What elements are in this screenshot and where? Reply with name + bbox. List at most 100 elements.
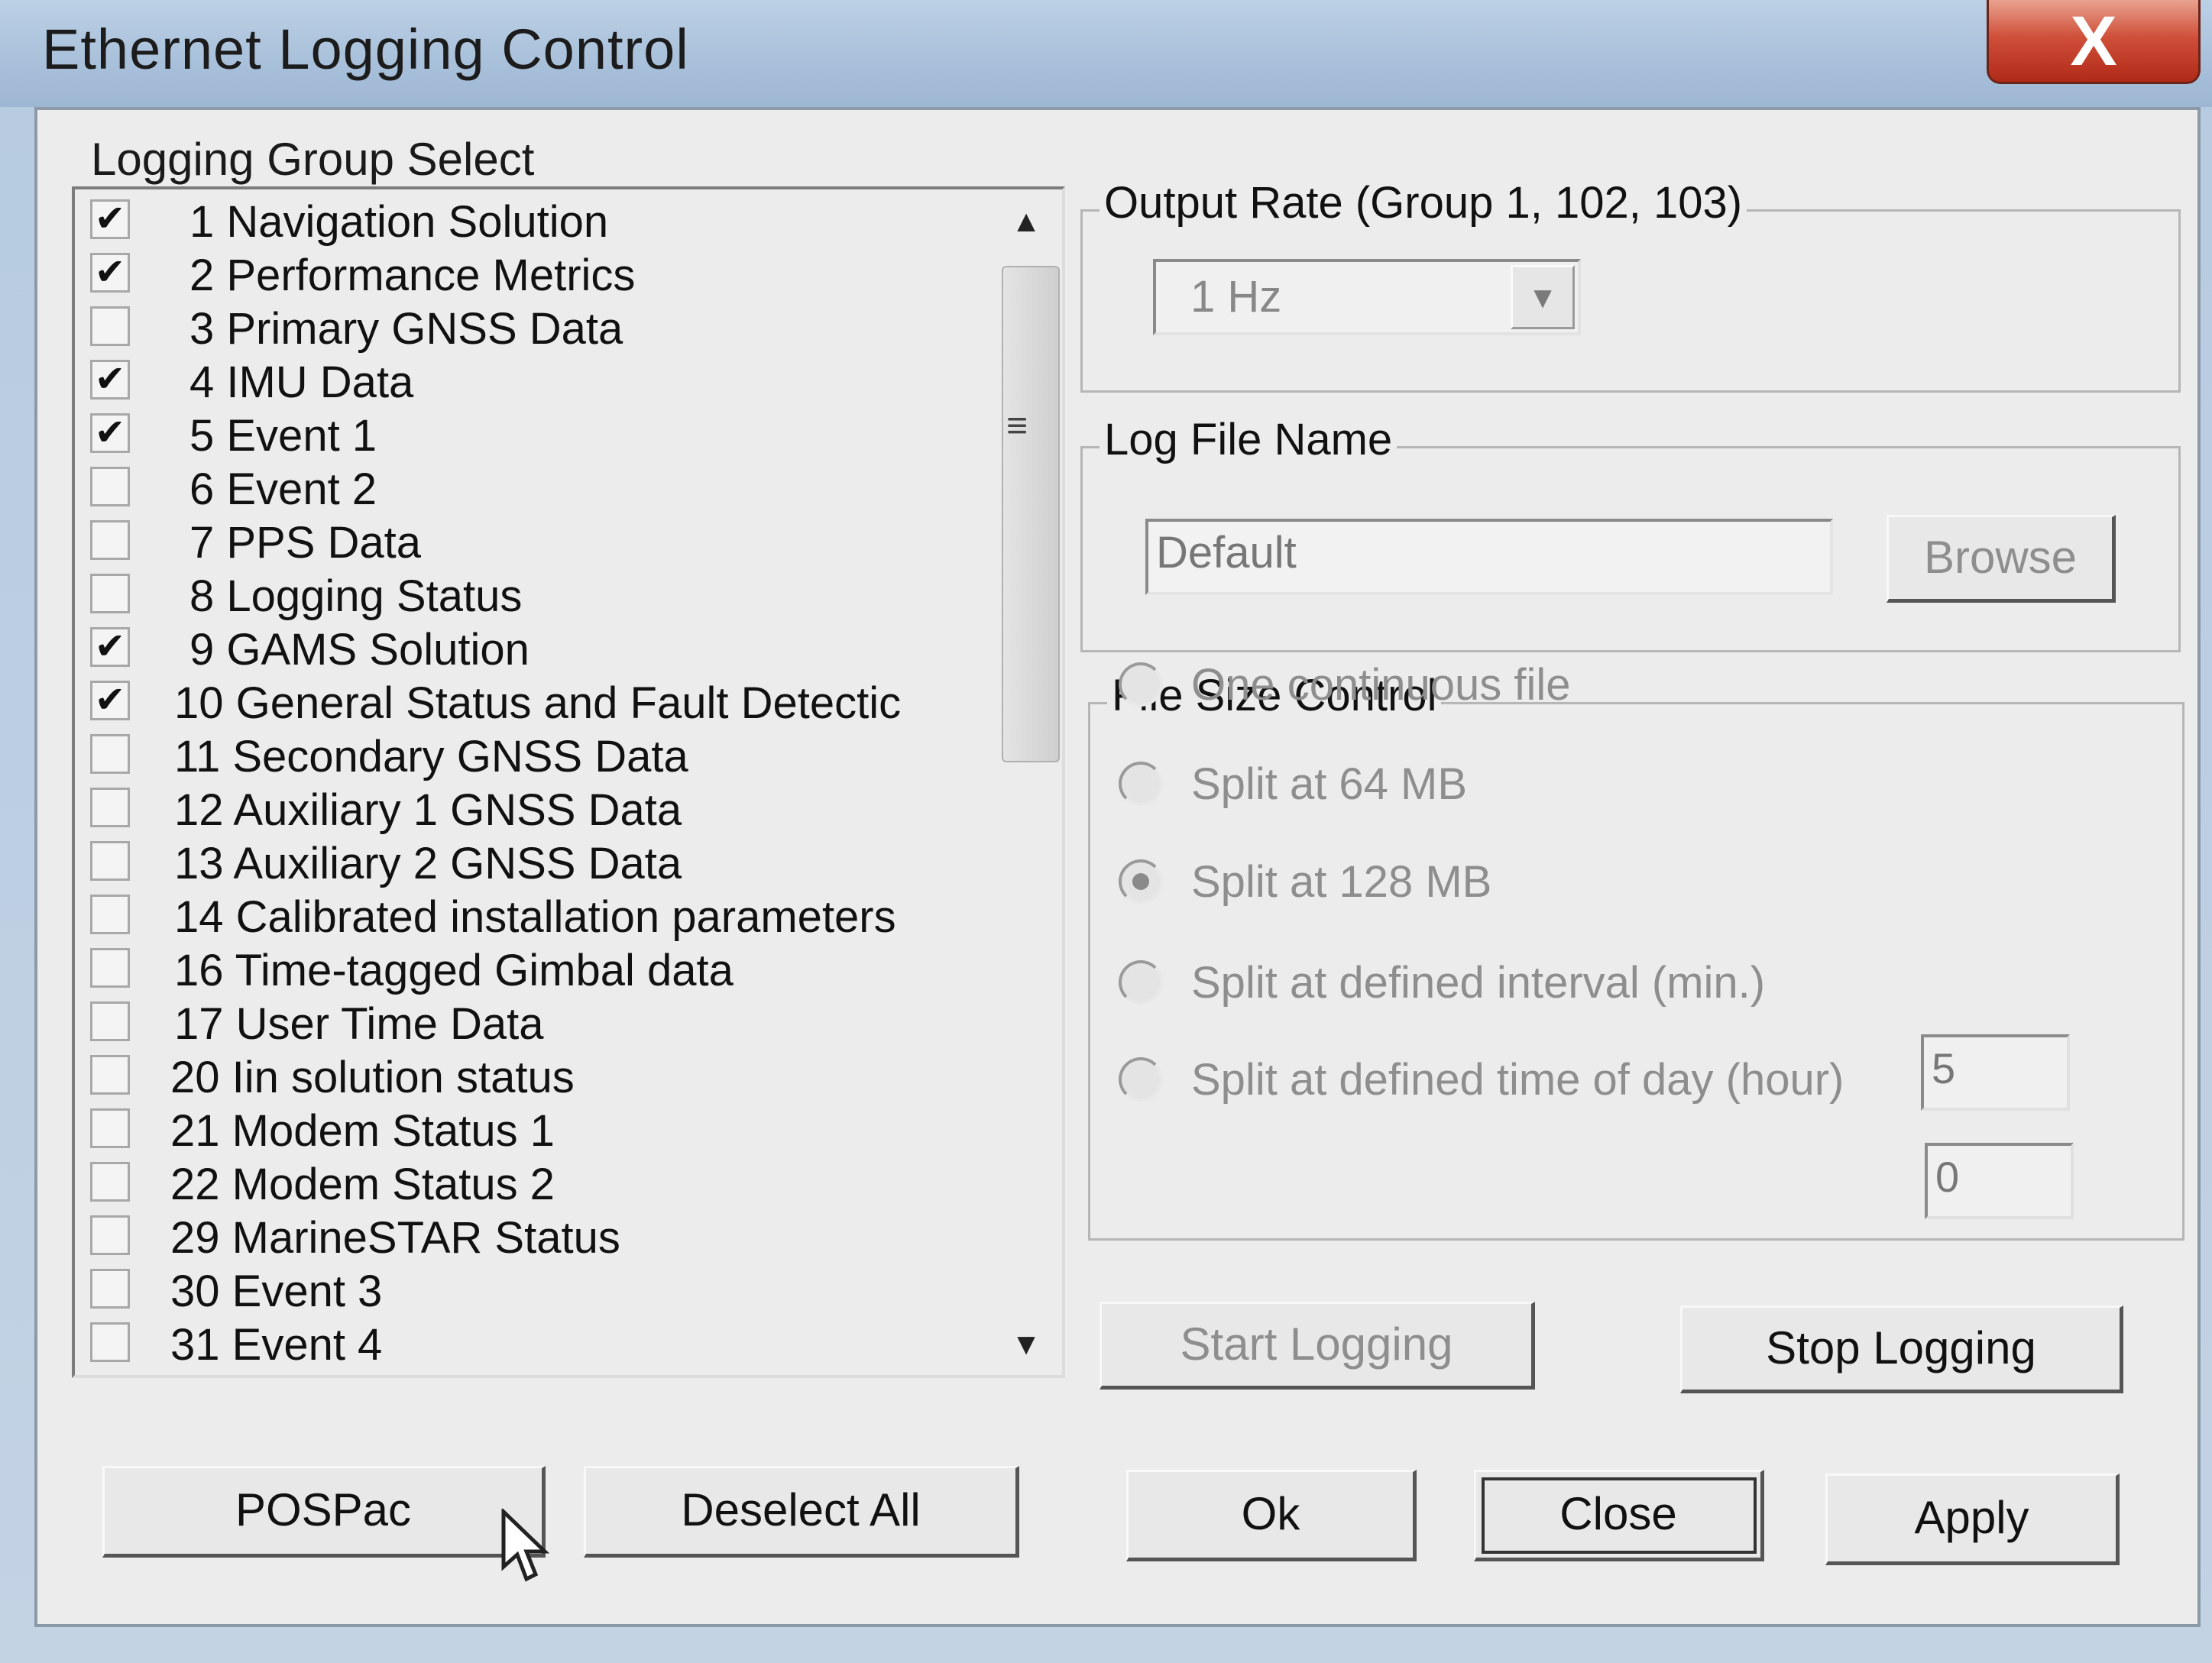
file-size-radio[interactable]: [1119, 1057, 1163, 1102]
logging-group-checkbox[interactable]: [90, 1055, 130, 1095]
logging-group-item[interactable]: 8 Logging Status: [75, 568, 988, 621]
logging-group-item[interactable]: 31 Event 4: [75, 1316, 988, 1370]
logging-group-item[interactable]: ✔ 4 IMU Data: [75, 354, 988, 407]
logging-group-item[interactable]: ✔ 1 Navigation Solution: [75, 193, 988, 247]
logging-group-item-label: 8 Logging Status: [189, 571, 523, 621]
logging-group-item[interactable]: ✔ 10 General Status and Fault Detectic: [75, 675, 988, 728]
logging-group-item-label: 22 Modem Status 2: [170, 1160, 555, 1209]
logging-group-list[interactable]: ✔ 1 Navigation Solution ✔ 2 Performance Met…: [72, 186, 1065, 1378]
file-size-radio[interactable]: [1119, 859, 1163, 904]
logging-group-item[interactable]: 22 Modem Status 2: [75, 1156, 988, 1209]
dialog-window: Ethernet Logging Control X Logging Group…: [0, 0, 2212, 1663]
logging-group-checkbox[interactable]: [90, 1108, 130, 1148]
file-size-radio[interactable]: [1119, 662, 1163, 707]
logging-group-checkbox[interactable]: [90, 841, 130, 881]
file-size-radio[interactable]: [1119, 960, 1163, 1005]
logging-group-item-label: 5 Event 1: [189, 411, 377, 461]
time-of-day-hour-input[interactable]: 0: [1925, 1143, 2074, 1219]
file-size-radio[interactable]: [1119, 762, 1163, 806]
logging-group-item-label: 10 General Status and Fault Detectic: [174, 678, 902, 728]
dialog-client-area: Logging Group Select ✔ 1 Navigation Solut…: [34, 107, 2201, 1627]
logging-group-checkbox[interactable]: ✔: [90, 627, 130, 667]
file-size-option-label: Split at 64 MB: [1191, 759, 1468, 809]
logging-group-item-label: 13 Auxiliary 2 GNSS Data: [174, 839, 682, 888]
deselect-all-button[interactable]: Deselect All: [584, 1466, 1019, 1558]
logging-group-checkbox[interactable]: [90, 788, 130, 827]
logging-group-checkbox[interactable]: [90, 734, 130, 774]
logging-group-item[interactable]: 12 Auxiliary 1 GNSS Data: [75, 781, 988, 835]
scroll-up-arrow-icon[interactable]: ▲: [988, 205, 1062, 239]
logging-group-checkbox[interactable]: [90, 895, 130, 934]
logging-group-item-label: 14 Calibrated installation parameters: [174, 892, 896, 942]
logging-group-checkbox[interactable]: [90, 306, 130, 346]
list-scrollbar[interactable]: ▲ ≡ ▼: [988, 189, 1062, 1375]
logging-group-item[interactable]: 6 Event 2: [75, 461, 988, 514]
file-size-option[interactable]: Split at 128 MB: [1119, 853, 2112, 914]
logging-group-item-label: 11 Secondary GNSS Data: [174, 732, 688, 781]
logging-group-checkbox[interactable]: ✔: [90, 681, 130, 720]
close-button[interactable]: Close: [1474, 1470, 1764, 1561]
logging-group-item[interactable]: 11 Secondary GNSS Data: [75, 728, 988, 781]
logging-group-rows: ✔ 1 Navigation Solution ✔ 2 Performance Met…: [75, 189, 988, 1375]
logging-group-item[interactable]: 3 Primary GNSS Data: [75, 300, 988, 354]
logging-group-checkbox[interactable]: [90, 1215, 130, 1255]
logging-group-item[interactable]: 29 MarineSTAR Status: [75, 1209, 988, 1263]
scroll-down-arrow-icon[interactable]: ▼: [988, 1328, 1062, 1362]
logging-group-item[interactable]: 7 PPS Data: [75, 514, 988, 568]
logging-group-item-label: 20 Iin solution status: [170, 1053, 575, 1102]
apply-button[interactable]: Apply: [1825, 1474, 2120, 1565]
browse-button[interactable]: Browse: [1887, 515, 2116, 603]
logging-group-item-label: 9 GAMS Solution: [189, 625, 530, 675]
logging-group-checkbox[interactable]: [90, 1001, 130, 1041]
log-file-name-input[interactable]: Default: [1145, 519, 1833, 595]
logging-group-item-label: 6 Event 2: [189, 464, 377, 514]
logging-group-item[interactable]: ✔ 9 GAMS Solution: [75, 621, 988, 675]
interval-minutes-input[interactable]: 5: [1921, 1034, 2070, 1111]
logging-group-item[interactable]: 20 Iin solution status: [75, 1049, 988, 1102]
output-rate-dropdown[interactable]: 1 Hz ▼: [1153, 259, 1581, 335]
file-size-option[interactable]: Split at 64 MB: [1119, 755, 2112, 817]
scroll-grip-icon: ≡: [1006, 406, 1028, 446]
logging-group-item[interactable]: 30 Event 3: [75, 1263, 988, 1316]
logging-group-item-label: 12 Auxiliary 1 GNSS Data: [174, 785, 682, 835]
output-rate-value: 1 Hz: [1190, 272, 1282, 322]
logging-group-item[interactable]: 16 Time-tagged Gimbal data: [75, 942, 988, 995]
logging-group-item-label: 4 IMU Data: [189, 358, 414, 407]
logging-group-checkbox[interactable]: ✔: [90, 199, 130, 239]
logging-group-item-label: 21 Modem Status 1: [170, 1106, 555, 1156]
chevron-down-icon[interactable]: ▼: [1511, 265, 1575, 329]
pospac-button[interactable]: POSPac: [102, 1466, 546, 1558]
logging-group-item[interactable]: 13 Auxiliary 2 GNSS Data: [75, 835, 988, 888]
logging-group-item-label: 3 Primary GNSS Data: [189, 304, 623, 354]
logging-group-item[interactable]: ✔ 5 Event 1: [75, 407, 988, 461]
logging-group-checkbox[interactable]: ✔: [90, 253, 130, 293]
logging-group-item-label: 7 PPS Data: [189, 518, 422, 568]
window-title: Ethernet Logging Control: [42, 18, 689, 81]
logging-group-checkbox[interactable]: [90, 520, 130, 560]
scroll-thumb[interactable]: [1002, 266, 1060, 762]
logging-group-item-label: 30 Event 3: [170, 1267, 383, 1316]
title-bar: Ethernet Logging Control X: [0, 0, 2212, 107]
logging-group-checkbox[interactable]: ✔: [90, 360, 130, 400]
logging-group-item[interactable]: ✔ 2 Performance Metrics: [75, 247, 988, 300]
logging-group-checkbox[interactable]: [90, 1162, 130, 1202]
logging-group-checkbox[interactable]: [90, 1322, 130, 1362]
logging-group-checkbox[interactable]: [90, 467, 130, 506]
logging-group-item[interactable]: 14 Calibrated installation parameters: [75, 888, 988, 942]
start-logging-button[interactable]: Start Logging: [1100, 1302, 1535, 1390]
logging-group-item[interactable]: 17 User Time Data: [75, 995, 988, 1049]
close-window-button[interactable]: X: [1987, 0, 2201, 84]
logging-group-item[interactable]: 21 Modem Status 1: [75, 1102, 988, 1156]
logging-group-checkbox[interactable]: ✔: [90, 413, 130, 453]
logging-group-checkbox[interactable]: [90, 948, 130, 988]
stop-logging-button[interactable]: Stop Logging: [1680, 1305, 2123, 1393]
output-rate-label: Output Rate (Group 1, 102, 103): [1100, 177, 1747, 228]
logging-group-item-label: 2 Performance Metrics: [189, 251, 636, 300]
file-size-option[interactable]: One continuous file: [1119, 656, 2112, 717]
ok-button[interactable]: Ok: [1126, 1470, 1417, 1561]
logging-group-checkbox[interactable]: [90, 574, 130, 613]
logging-group-checkbox[interactable]: [90, 1269, 130, 1309]
log-file-label: Log File Name: [1100, 414, 1397, 465]
file-size-option-label: Split at defined time of day (hour): [1191, 1055, 1844, 1105]
file-size-option[interactable]: Split at defined interval (min.): [1119, 954, 2112, 1015]
